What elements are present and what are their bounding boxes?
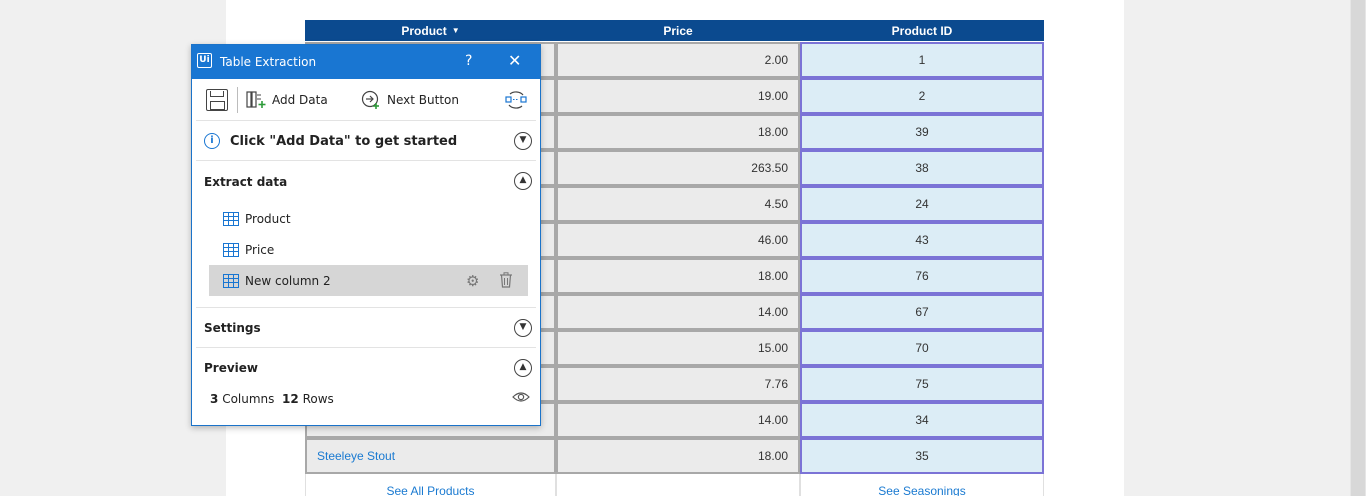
chevron-down-icon[interactable]: ▼	[514, 132, 532, 150]
settings-section: Settings ▼	[196, 308, 536, 348]
close-button[interactable]: ✕	[508, 51, 521, 70]
product-id-cell: 67	[800, 294, 1044, 330]
price-cell: 15.00	[556, 330, 800, 366]
info-section: i Click "Add Data" to get started ▼	[196, 121, 536, 161]
table-extraction-panel: Ui Table Extraction ? ✕ Add Data Next Bu…	[191, 44, 541, 426]
price-cell: 2.00	[556, 42, 800, 78]
preview-counts: 3 Columns 12 Rows	[210, 392, 334, 406]
settings-title: Settings	[204, 321, 261, 335]
gear-icon[interactable]: ⚙	[466, 272, 479, 290]
info-icon: i	[204, 133, 220, 149]
column-item[interactable]: Price	[209, 234, 528, 265]
price-cell: 263.50	[556, 150, 800, 186]
chevron-up-icon[interactable]: ▲	[514, 359, 532, 377]
column-item[interactable]: Product	[209, 203, 528, 234]
column-header-product[interactable]: Product ▼	[305, 20, 556, 41]
price-cell: 46.00	[556, 222, 800, 258]
price-cell: 14.00	[556, 294, 800, 330]
info-message: Click "Add Data" to get started	[230, 134, 458, 149]
product-id-cell: 76	[800, 258, 1044, 294]
preview-section: Preview ▲ 3 Columns 12 Rows	[196, 348, 536, 423]
refresh-icon[interactable]	[505, 89, 527, 111]
panel-title: Table Extraction	[220, 55, 317, 69]
price-cell: 18.00	[556, 438, 800, 474]
price-cell: 18.00	[556, 114, 800, 150]
product-id-cell: 70	[800, 330, 1044, 366]
add-data-button[interactable]: Add Data	[246, 89, 328, 111]
help-button[interactable]: ?	[465, 53, 472, 69]
price-cell: 7.76	[556, 366, 800, 402]
chevron-down-icon[interactable]: ▼	[514, 319, 532, 337]
product-id-cell: 24	[800, 186, 1044, 222]
see-all-products-link[interactable]: See All Products	[305, 474, 556, 496]
extract-data-title: Extract data	[204, 175, 288, 189]
price-cell: 18.00	[556, 258, 800, 294]
extract-data-section: Extract data ▲ Product Price New column 2 ⚙	[196, 161, 536, 308]
toolbar-divider	[237, 87, 238, 113]
product-id-cell: 34	[800, 402, 1044, 438]
column-icon	[223, 242, 239, 257]
preview-title: Preview	[204, 361, 259, 375]
eye-icon[interactable]	[512, 390, 530, 404]
table-footer: See All Products See Seasonings	[305, 474, 1044, 496]
add-data-icon	[246, 91, 266, 108]
product-cell[interactable]: Steeleye Stout	[305, 438, 556, 474]
product-id-cell: 43	[800, 222, 1044, 258]
column-icon	[223, 273, 239, 288]
panel-titlebar[interactable]: Ui Table Extraction ? ✕	[192, 45, 540, 79]
save-icon[interactable]	[206, 89, 228, 111]
next-button-button[interactable]: Next Button	[361, 89, 459, 111]
table-row: Steeleye Stout 18.00 35	[305, 438, 1044, 474]
next-button-icon	[361, 90, 379, 109]
trash-icon[interactable]	[499, 272, 513, 288]
sort-caret-icon: ▼	[451, 26, 460, 35]
product-id-cell: 39	[800, 114, 1044, 150]
column-header-price[interactable]: Price	[556, 20, 800, 41]
product-id-cell: 35	[800, 438, 1044, 474]
product-id-cell: 1	[800, 42, 1044, 78]
footer-empty-cell	[556, 474, 800, 496]
chevron-up-icon[interactable]: ▲	[514, 172, 532, 190]
see-seasonings-link[interactable]: See Seasonings	[800, 474, 1044, 496]
price-cell: 14.00	[556, 402, 800, 438]
price-cell: 19.00	[556, 78, 800, 114]
vertical-scrollbar[interactable]	[1350, 0, 1366, 496]
panel-toolbar: Add Data Next Button	[196, 79, 536, 121]
uipath-logo-icon: Ui	[197, 53, 212, 68]
product-id-cell: 38	[800, 150, 1044, 186]
product-id-cell: 75	[800, 366, 1044, 402]
scrollbar-thumb[interactable]	[1351, 0, 1365, 496]
column-header-product-id[interactable]: Product ID	[800, 20, 1044, 41]
product-id-cell: 2	[800, 78, 1044, 114]
price-cell: 4.50	[556, 186, 800, 222]
column-icon	[223, 211, 239, 226]
column-item[interactable]: New column 2 ⚙	[209, 265, 528, 296]
